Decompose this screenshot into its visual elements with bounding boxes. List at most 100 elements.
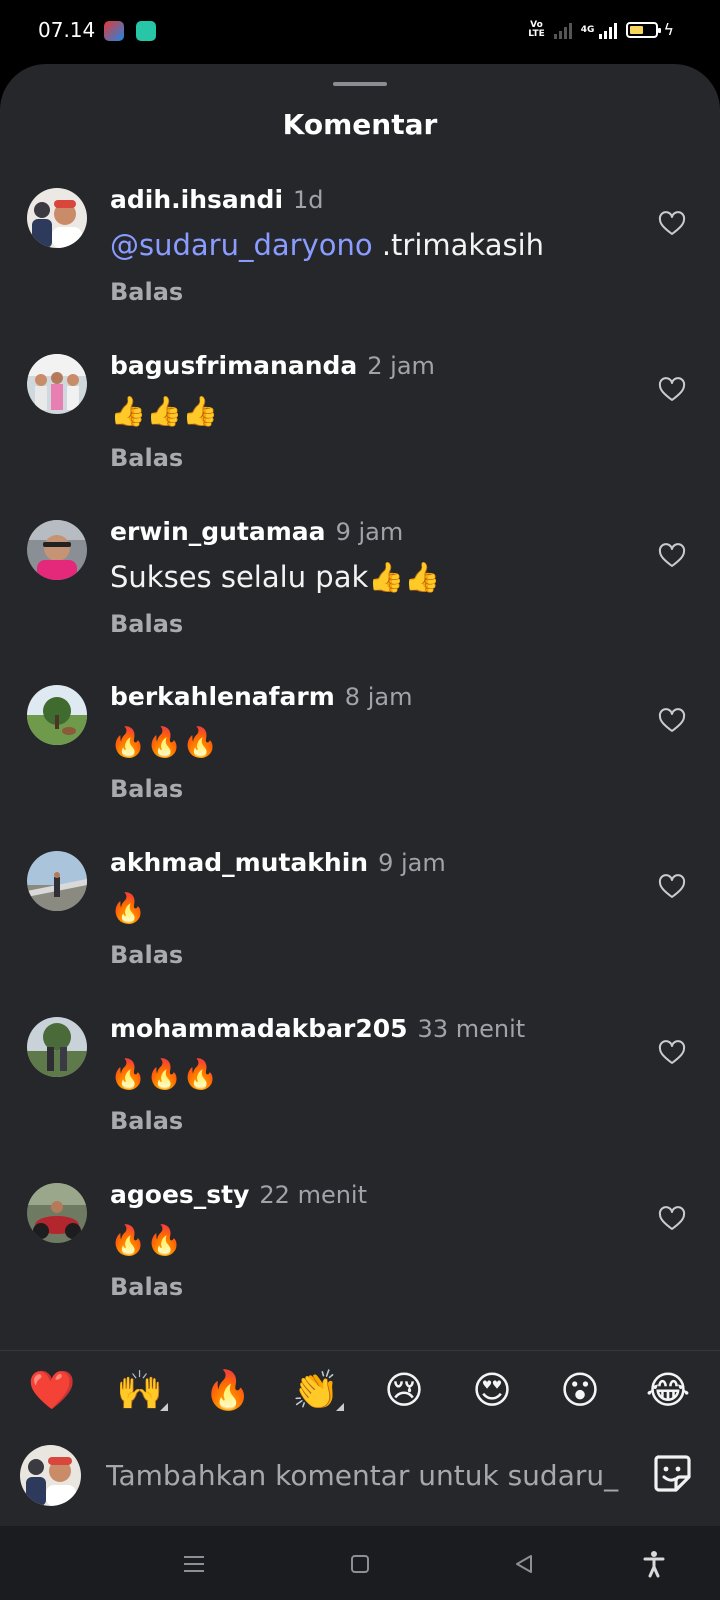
comment-body: 🔥🔥🔥 (110, 725, 219, 759)
comment-text: 👍👍👍 (110, 394, 218, 429)
reply-button[interactable]: Balas (110, 1273, 183, 1301)
reaction-emoji-button[interactable]: 😮 (546, 1368, 614, 1413)
my-avatar (20, 1445, 81, 1506)
comment-body: 👍👍👍 (110, 394, 219, 428)
reply-button[interactable]: Balas (110, 444, 183, 472)
commenter-avatar[interactable] (27, 1183, 87, 1243)
accessibility-button[interactable] (636, 1546, 672, 1582)
whatsapp-notification-icon (136, 21, 156, 41)
comment-body: 🔥🔥🔥 (110, 1057, 219, 1091)
status-indicators: Vo LTE 4G ϟ (528, 20, 674, 39)
heart-outline-icon (658, 708, 686, 732)
comment-username[interactable]: mohammadakbar205 33 menit (110, 1014, 525, 1043)
commenter-avatar[interactable] (27, 354, 87, 414)
reply-button[interactable]: Balas (110, 610, 183, 638)
home-button[interactable] (342, 1546, 378, 1582)
comment-body: 🔥🔥 (110, 1223, 183, 1257)
heart-outline-icon (658, 543, 686, 567)
comment-item: erwin_gutamaa 9 jam Sukses selalu pak👍👍 Bal… (0, 517, 720, 670)
comment-item: berkahlenafarm 8 jam 🔥🔥🔥 Balas (0, 682, 720, 835)
reply-button[interactable]: Balas (110, 941, 183, 969)
like-button[interactable] (658, 1205, 686, 1233)
skin-tone-indicator-icon (160, 1403, 168, 1411)
status-time: 07.14 (38, 18, 96, 42)
sticker-icon (654, 1455, 691, 1492)
comment-time: 33 menit (417, 1015, 526, 1043)
comment-username[interactable]: erwin_gutamaa 9 jam (110, 517, 403, 546)
comment-time: 9 jam (335, 518, 404, 546)
comment-text: 🔥 (110, 891, 146, 926)
comment-item: akhmad_mutakhin 9 jam 🔥 Balas (0, 848, 720, 1001)
status-bar: 07.14 Vo LTE 4G ϟ (0, 0, 720, 64)
comment-mention[interactable]: @sudaru_daryono (110, 228, 373, 262)
app-notification-icon (104, 21, 124, 41)
like-button[interactable] (658, 542, 686, 570)
divider (0, 1350, 720, 1351)
comment-text: @sudaru_daryono .trimakasih (110, 228, 544, 262)
heart-outline-icon (658, 1206, 686, 1230)
like-button[interactable] (658, 873, 686, 901)
reaction-emoji-button[interactable]: 😢 (370, 1368, 438, 1413)
username-text[interactable]: akhmad_mutakhin (110, 848, 368, 877)
comment-body: Sukses selalu pak👍👍 (110, 560, 441, 594)
heart-outline-icon (658, 874, 686, 898)
accessibility-icon (643, 1551, 665, 1578)
back-triangle-icon (516, 1555, 532, 1573)
sheet-title: Komentar (282, 108, 438, 141)
charging-icon: ϟ (663, 20, 674, 39)
reply-button[interactable]: Balas (110, 1107, 183, 1135)
comment-item: mohammadakbar205 33 menit 🔥🔥🔥 Balas (0, 1014, 720, 1167)
username-text[interactable]: bagusfrimananda (110, 351, 357, 380)
like-button[interactable] (658, 210, 686, 238)
comment-text: 🔥🔥🔥 (110, 725, 218, 760)
comment-body: 🔥 (110, 891, 147, 925)
like-button[interactable] (658, 707, 686, 735)
comment-username[interactable]: berkahlenafarm 8 jam (110, 682, 412, 711)
comment-input[interactable] (106, 1450, 628, 1500)
reaction-emoji-button[interactable]: 😂 (634, 1368, 702, 1413)
username-text[interactable]: agoes_sty (110, 1180, 249, 1209)
sticker-button[interactable] (650, 1451, 694, 1495)
username-text[interactable]: berkahlenafarm (110, 682, 335, 711)
reaction-emoji-button[interactable]: 👏 (282, 1368, 350, 1413)
reaction-emoji-button[interactable]: 🔥 (194, 1368, 262, 1413)
reaction-emoji-button[interactable]: 😍 (458, 1368, 526, 1413)
username-text[interactable]: erwin_gutamaa (110, 517, 326, 546)
reaction-emoji-button[interactable]: ❤️ (18, 1368, 86, 1413)
menu-button[interactable] (176, 1546, 212, 1582)
signal-sim2-icon (599, 21, 618, 39)
commenter-avatar[interactable] (27, 188, 87, 248)
commenter-avatar[interactable] (27, 685, 87, 745)
reply-button[interactable]: Balas (110, 278, 183, 306)
comment-time: 2 jam (367, 352, 435, 380)
comment-username[interactable]: adih.ihsandi 1d (110, 185, 324, 214)
commenter-avatar[interactable] (27, 1017, 87, 1077)
comment-username[interactable]: bagusfrimananda 2 jam (110, 351, 435, 380)
comment-username[interactable]: akhmad_mutakhin 9 jam (110, 848, 446, 877)
username-text[interactable]: mohammadakbar205 (110, 1014, 408, 1043)
quick-reactions-bar: ❤️ 🙌 🔥 👏 😢 😍 😮 😂 (18, 1368, 702, 1413)
like-button[interactable] (658, 1039, 686, 1067)
back-button[interactable] (506, 1546, 542, 1582)
comment-body: .trimakasih (372, 228, 545, 262)
skin-tone-indicator-icon (336, 1403, 344, 1411)
signal-sim1-icon (553, 21, 572, 39)
reply-button[interactable]: Balas (110, 775, 183, 803)
volte-icon: Vo LTE (528, 19, 545, 39)
comment-time: 8 jam (344, 683, 413, 711)
comment-item: bagusfrimananda 2 jam 👍👍👍 Balas (0, 351, 720, 504)
username-text[interactable]: adih.ihsandi (110, 185, 283, 214)
comment-text: Sukses selalu pak👍👍 (110, 560, 440, 595)
commenter-avatar[interactable] (27, 520, 87, 580)
comment-time: 22 menit (259, 1181, 368, 1209)
commenter-avatar[interactable] (27, 851, 87, 911)
heart-outline-icon (658, 377, 686, 401)
menu-icon (184, 1556, 204, 1572)
like-button[interactable] (658, 376, 686, 404)
heart-outline-icon (658, 211, 686, 235)
drag-handle[interactable] (333, 82, 387, 86)
reaction-emoji-button[interactable]: 🙌 (106, 1368, 174, 1413)
comment-text: 🔥🔥 (110, 1223, 182, 1258)
comment-text: 🔥🔥🔥 (110, 1057, 218, 1092)
comment-username[interactable]: agoes_sty 22 menit (110, 1180, 367, 1209)
